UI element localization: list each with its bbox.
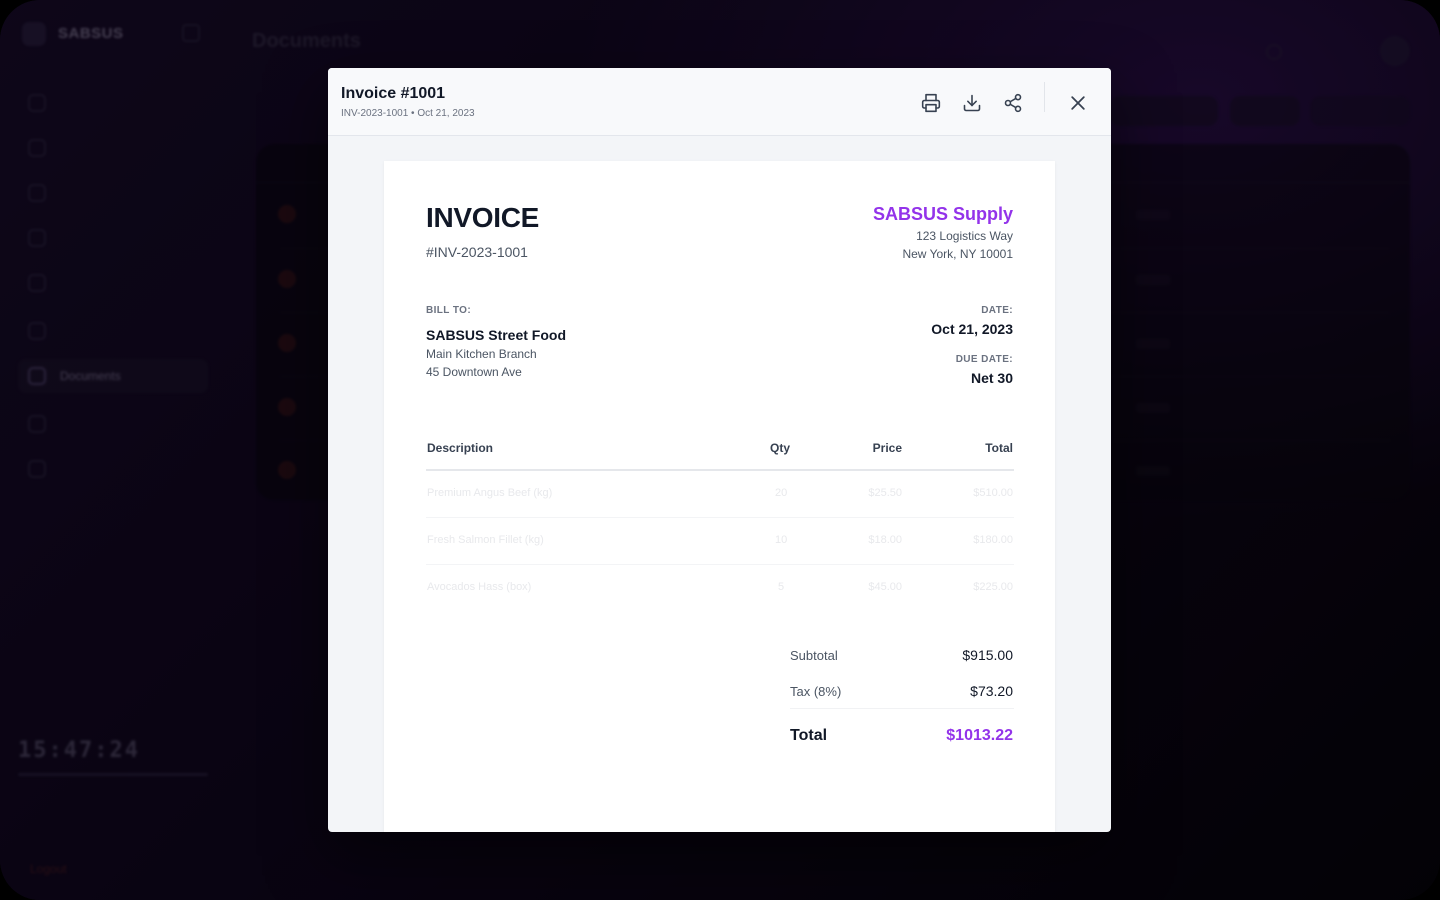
- company-name: SABSUS Supply: [872, 204, 1013, 224]
- share-button[interactable]: [998, 88, 1028, 118]
- bill-to-label: BILL TO:: [426, 305, 472, 316]
- item-description: Fresh Salmon Fillet (kg): [427, 534, 544, 546]
- share-icon: [1004, 93, 1022, 113]
- header-divider: [1044, 82, 1045, 112]
- bill-to-name: SABSUS Street Food: [426, 327, 567, 343]
- invoice-number: #INV-2023-1001: [426, 244, 528, 260]
- modal-header: Invoice #1001 INV-2023-1001 • Oct 21, 20…: [328, 68, 1111, 136]
- due-date-label: DUE DATE:: [955, 354, 1013, 365]
- item-total: $225.00: [973, 581, 1013, 593]
- printer-icon: [921, 93, 941, 113]
- date-value: Oct 21, 2023: [931, 321, 1013, 337]
- item-qty: 10: [775, 534, 788, 546]
- tax-value: $73.20: [970, 683, 1013, 699]
- item-price: $45.00: [868, 581, 902, 593]
- item-total: $510.00: [973, 487, 1013, 499]
- download-button[interactable]: [957, 88, 987, 118]
- item-price: $25.50: [868, 487, 902, 499]
- total-label: Total: [790, 727, 828, 744]
- table-row: Premium Angus Beef (kg) 20 $25.50 $510.0…: [426, 471, 1014, 518]
- invoice-heading: INVOICE: [426, 202, 540, 233]
- close-button[interactable]: [1063, 88, 1093, 118]
- table-row: Avocados Hass (box) 5 $45.00 $225.00: [426, 565, 1014, 611]
- company-address-line1: 123 Logistics Way: [916, 229, 1013, 243]
- invoice-preview-modal: Invoice #1001 INV-2023-1001 • Oct 21, 20…: [328, 68, 1111, 832]
- date-label: DATE:: [981, 305, 1013, 316]
- column-price: Price: [872, 441, 902, 455]
- close-icon: [1071, 96, 1085, 110]
- table-row: Fresh Salmon Fillet (kg) 10 $18.00 $180.…: [426, 518, 1014, 565]
- due-date-value: Net 30: [970, 370, 1013, 386]
- item-price: $18.00: [868, 534, 902, 546]
- print-button[interactable]: [916, 88, 946, 118]
- item-qty: 5: [778, 581, 785, 593]
- bill-to-line2: 45 Downtown Ave: [426, 365, 522, 379]
- tax-label: Tax (8%): [790, 684, 842, 699]
- download-icon: [963, 94, 981, 112]
- item-total: $180.00: [973, 534, 1013, 546]
- company-address-line2: New York, NY 10001: [902, 247, 1013, 261]
- subtotal-value: $915.00: [962, 647, 1013, 663]
- item-qty: 20: [775, 487, 788, 499]
- subtotal-label: Subtotal: [790, 648, 838, 663]
- column-total: Total: [985, 441, 1013, 455]
- modal-title: Invoice #1001: [341, 85, 446, 102]
- bill-to-line1: Main Kitchen Branch: [426, 347, 537, 361]
- column-description: Description: [427, 441, 494, 455]
- invoice-document: INVOICE #INV-2023-1001 SABSUS Supply 123…: [384, 161, 1055, 832]
- summary-divider: [790, 708, 1014, 709]
- line-items-table: Description Qty Price Total Premium Angu…: [426, 431, 1014, 611]
- total-value: $1013.22: [946, 727, 1013, 744]
- item-description: Avocados Hass (box): [427, 581, 532, 593]
- column-qty: Qty: [770, 441, 791, 455]
- table-header: Description Qty Price Total: [426, 431, 1014, 471]
- modal-subtitle: INV-2023-1001 • Oct 21, 2023: [341, 108, 475, 119]
- item-description: Premium Angus Beef (kg): [427, 487, 553, 499]
